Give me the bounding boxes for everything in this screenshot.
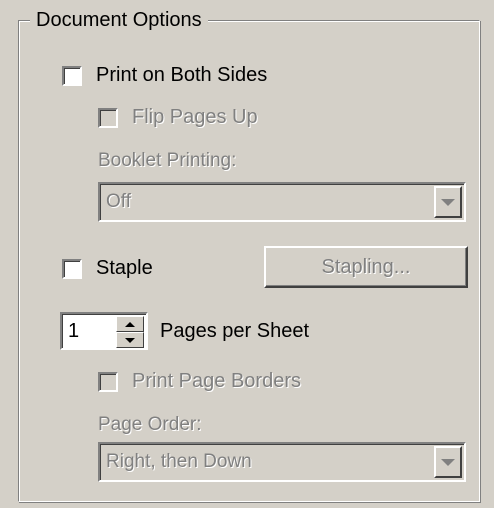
stapling-button[interactable]: Stapling... — [264, 246, 468, 288]
page-order-select[interactable]: Right, then Down — [98, 442, 466, 482]
print-page-borders-row[interactable]: Print Page Borders — [98, 370, 301, 393]
page-order-label: Page Order: — [98, 414, 202, 435]
pages-per-sheet-value[interactable]: 1 — [68, 320, 79, 343]
spin-down-icon[interactable] — [116, 332, 144, 348]
pages-per-sheet-stepper[interactable]: 1 — [60, 312, 148, 350]
chevron-down-icon[interactable] — [434, 446, 462, 478]
pages-per-sheet-label: Pages per Sheet — [160, 320, 309, 342]
print-page-borders-label[interactable]: Print Page Borders — [132, 370, 301, 393]
staple-row[interactable]: Staple — [62, 257, 153, 280]
booklet-printing-label: Booklet Printing: — [98, 150, 237, 171]
print-both-sides-checkbox[interactable] — [62, 65, 82, 86]
flip-pages-up-checkbox[interactable] — [98, 107, 118, 128]
document-options-panel: Document Options Print on Both Sides Fli… — [0, 0, 494, 508]
spin-buttons — [116, 316, 144, 348]
flip-pages-up-label[interactable]: Flip Pages Up — [132, 106, 258, 129]
group-title: Document Options — [30, 8, 208, 32]
booklet-printing-value: Off — [106, 191, 131, 212]
print-page-borders-checkbox[interactable] — [98, 371, 118, 392]
page-order-value: Right, then Down — [106, 451, 252, 472]
staple-label[interactable]: Staple — [96, 257, 153, 280]
flip-pages-up-row[interactable]: Flip Pages Up — [98, 106, 258, 129]
staple-checkbox[interactable] — [62, 258, 82, 279]
spin-up-icon[interactable] — [116, 316, 144, 332]
print-both-sides-row[interactable]: Print on Both Sides — [62, 64, 267, 87]
chevron-down-icon[interactable] — [434, 186, 462, 218]
booklet-printing-select[interactable]: Off — [98, 182, 466, 222]
print-both-sides-label[interactable]: Print on Both Sides — [96, 64, 267, 87]
